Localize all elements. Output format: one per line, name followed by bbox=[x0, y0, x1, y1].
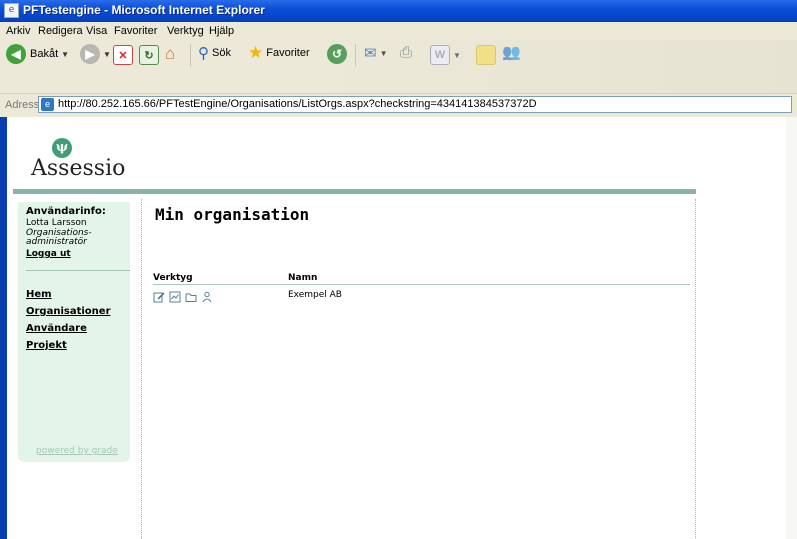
note-icon bbox=[476, 45, 496, 65]
user-info-heading: Användarinfo: bbox=[26, 206, 106, 217]
edit-dropdown-icon: ▼ bbox=[453, 50, 461, 60]
brand-name: Assessio bbox=[31, 156, 126, 181]
history-button[interactable]: ↺ bbox=[327, 44, 347, 64]
column-header-namn: Namn bbox=[288, 273, 318, 283]
sidebar-item-organisationer[interactable]: Organisationer bbox=[26, 306, 111, 317]
back-button[interactable]: ◀ Bakåt ▼ bbox=[6, 44, 69, 64]
favorites-button[interactable]: ★ Favoriter bbox=[248, 43, 310, 63]
toolbar-separator bbox=[190, 44, 191, 66]
mail-dropdown-icon: ▼ bbox=[379, 48, 388, 58]
vertical-scrollbar[interactable] bbox=[786, 117, 797, 539]
column-header-verktyg: Verktyg bbox=[153, 273, 193, 283]
favorites-label: Favoriter bbox=[266, 47, 310, 59]
header-divider bbox=[13, 189, 696, 194]
star-icon: ★ bbox=[248, 43, 264, 62]
sidebar-item-projekt[interactable]: Projekt bbox=[26, 340, 67, 351]
browser-window: e PFTestengine - Microsoft Internet Expl… bbox=[0, 0, 797, 539]
forward-dropdown-icon: ▼ bbox=[103, 49, 111, 59]
back-arrow-icon: ◀ bbox=[6, 44, 26, 64]
forward-button[interactable]: ▶ ▼ bbox=[80, 44, 111, 64]
sidebar-item-hem[interactable]: Hem bbox=[26, 289, 52, 300]
home-icon: ⌂ bbox=[165, 44, 176, 63]
back-dropdown-icon: ▼ bbox=[61, 49, 70, 59]
sidebar-dotted-divider bbox=[141, 199, 142, 539]
assessio-logo-icon: ψ bbox=[52, 138, 72, 158]
edit-icon[interactable] bbox=[153, 288, 165, 303]
page-icon: e bbox=[41, 98, 54, 111]
sidebar: Användarinfo: Lotta Larsson Organisation… bbox=[18, 202, 130, 462]
mail-icon: ✉ bbox=[364, 45, 377, 62]
menu-favoriter[interactable]: Favoriter bbox=[114, 25, 157, 37]
search-label: Sök bbox=[212, 47, 231, 59]
messenger-button[interactable]: 👥 bbox=[502, 43, 521, 61]
menu-bar: Arkiv Redigera Visa Favoriter Verktyg Hj… bbox=[0, 22, 797, 41]
stop-button[interactable]: ✕ bbox=[113, 45, 133, 65]
address-bar: Adress e http://80.252.165.66/PFTestEngi… bbox=[0, 93, 797, 118]
folder-icon[interactable] bbox=[185, 288, 197, 302]
mail-button[interactable]: ✉ ▼ bbox=[364, 44, 388, 62]
toolbar-separator bbox=[355, 44, 356, 66]
refresh-icon: ↻ bbox=[139, 45, 159, 65]
title-bar: e PFTestengine - Microsoft Internet Expl… bbox=[0, 0, 797, 22]
menu-visa[interactable]: Visa bbox=[86, 25, 107, 37]
refresh-button[interactable]: ↻ bbox=[139, 45, 159, 65]
print-button[interactable]: ⎙ bbox=[400, 44, 412, 61]
chart-icon[interactable] bbox=[169, 288, 181, 303]
stop-icon: ✕ bbox=[113, 45, 133, 65]
address-url[interactable]: http://80.252.165.66/PFTestEngine/Organi… bbox=[58, 98, 537, 110]
address-input[interactable]: e http://80.252.165.66/PFTestEngine/Orga… bbox=[38, 96, 792, 113]
word-icon: W bbox=[430, 45, 450, 65]
window-title: PFTestengine - Microsoft Internet Explor… bbox=[23, 3, 265, 17]
menu-hjalp[interactable]: Hjälp bbox=[209, 25, 234, 37]
content-dotted-border bbox=[695, 199, 696, 539]
powered-by-link[interactable]: powered by grade bbox=[36, 446, 118, 456]
history-icon: ↺ bbox=[327, 44, 347, 64]
search-button[interactable]: ⚲ Sök bbox=[198, 44, 231, 62]
table-header-rule bbox=[153, 284, 690, 285]
menu-arkiv[interactable]: Arkiv bbox=[6, 25, 30, 37]
address-label: Adress bbox=[5, 99, 40, 111]
back-label: Bakåt bbox=[30, 48, 59, 60]
toolbar: ◀ Bakåt ▼ ▶ ▼ ✕ ↻ ⌂ ⚲ Sök ★ Favoriter ↺ bbox=[0, 40, 797, 93]
menu-redigera[interactable]: Redigera bbox=[38, 25, 83, 37]
forward-arrow-icon: ▶ bbox=[80, 44, 100, 64]
page-title: Min organisation bbox=[155, 205, 310, 224]
discuss-button[interactable] bbox=[476, 45, 496, 65]
search-icon: ⚲ bbox=[198, 45, 209, 62]
sidebar-divider bbox=[26, 270, 130, 271]
menu-verktyg[interactable]: Verktyg bbox=[167, 25, 204, 37]
user-name: Lotta Larsson bbox=[26, 218, 87, 228]
table-cell-name: Exempel AB bbox=[288, 290, 342, 300]
messenger-icon: 👥 bbox=[502, 44, 521, 61]
window-frame-left bbox=[0, 117, 7, 539]
print-icon: ⎙ bbox=[400, 44, 413, 61]
sidebar-item-anvandare[interactable]: Användare bbox=[26, 323, 87, 334]
user-icon[interactable] bbox=[201, 288, 213, 303]
ie-document-icon: e bbox=[4, 3, 19, 18]
table-row-tools bbox=[153, 288, 213, 303]
edit-word-button[interactable]: W ▼ bbox=[430, 45, 461, 65]
logout-link[interactable]: Logga ut bbox=[26, 249, 71, 259]
user-role-line2: administratör bbox=[26, 237, 87, 247]
home-button[interactable]: ⌂ bbox=[165, 44, 175, 64]
